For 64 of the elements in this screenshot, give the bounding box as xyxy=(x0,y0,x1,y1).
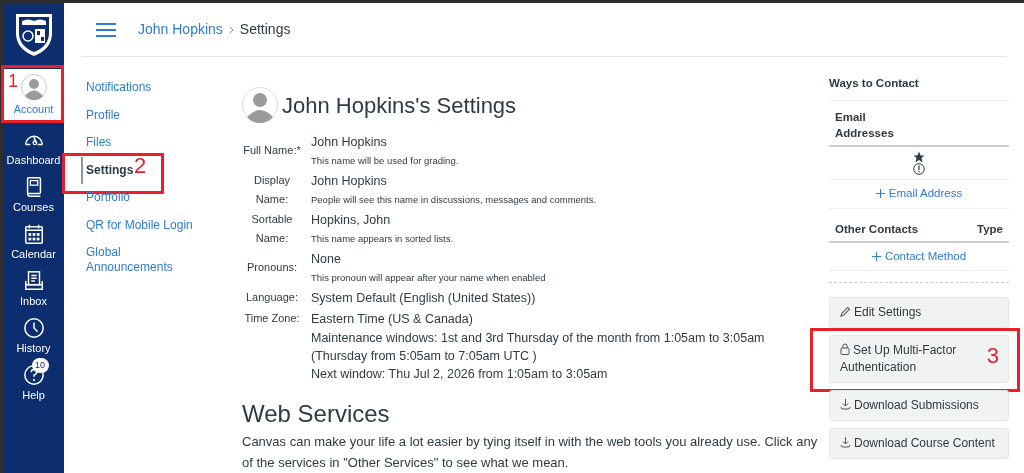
warning-icon xyxy=(913,163,925,176)
annotation-frame xyxy=(1,65,64,123)
section-description: Canvas can make your life a lot easier by tying itself in with the web tools you already use. Click any of the services in "Other Services" to see what we mean. xyxy=(242,433,819,472)
nav-item[interactable]: 10 Help xyxy=(3,360,64,407)
notification-badge: 10 xyxy=(31,358,49,373)
field-label: Display Name: xyxy=(252,172,292,207)
annotation-number: 1 xyxy=(8,71,18,91)
add-link[interactable]: Contact Method xyxy=(871,247,967,265)
field-value: Eastern Time (US & Canada) xyxy=(311,310,473,328)
download-icon xyxy=(840,436,851,448)
avatar-icon xyxy=(242,87,278,123)
avatar-icon xyxy=(20,74,47,100)
lock-icon xyxy=(840,343,850,355)
subnav-link[interactable]: Profile xyxy=(86,101,196,129)
nav-item[interactable]: Inbox xyxy=(3,266,64,313)
chevron-icon xyxy=(228,25,234,34)
column-header: Other Contacts xyxy=(835,221,919,237)
field-value: John Hopkins xyxy=(311,134,388,151)
nav-item[interactable]: Calendar xyxy=(3,219,64,266)
shield-logo[interactable] xyxy=(13,11,54,57)
column-header: Email Addresses xyxy=(835,110,895,142)
action-button[interactable]: Edit Settings xyxy=(829,297,1009,328)
field-label: Sortable Name: xyxy=(250,211,294,246)
field-value: John Hopkins xyxy=(311,173,388,190)
plus-icon xyxy=(875,189,885,199)
action-button[interactable]: Download Submissions xyxy=(829,390,1009,421)
subnav-link[interactable]: Global Announcements xyxy=(86,239,196,282)
field-label: Time Zone: xyxy=(243,311,301,326)
field-label: Pronouns: xyxy=(245,260,299,275)
page-title: John Hopkins's Settings xyxy=(282,91,517,120)
clock-icon xyxy=(22,317,45,339)
field-value: System Default (English (United States)) xyxy=(311,289,536,307)
nav-item[interactable]: Courses xyxy=(3,172,64,219)
add-link[interactable]: Email Address xyxy=(875,185,963,203)
maintenance-text: Next window: Thu Jul 2, 2026 from 1:05am to 3:05am xyxy=(311,366,609,383)
field-value: Hopkins, John xyxy=(311,212,392,229)
section-heading: Web Services xyxy=(242,399,391,429)
field-hint: This pronoun will appear after your name when enabled xyxy=(311,271,546,285)
field-value: None xyxy=(311,251,342,268)
breadcrumb-link[interactable]: John Hopkins xyxy=(138,19,223,40)
field-hint: This name will be used for grading. xyxy=(311,154,459,168)
subnav-link[interactable]: Portfolio xyxy=(86,184,196,212)
field-hint: People will see this name in discussions, messages and comments. xyxy=(311,193,597,207)
maintenance-text: Maintenance windows: 1st and 3rd Thursday of the month from 1:05am to 3:05am xyxy=(311,330,766,347)
field-label: Language: xyxy=(245,290,299,305)
star-icon xyxy=(913,151,925,164)
maintenance-text: (Thursday from 5:05am to 7:05am UTC ) xyxy=(311,348,538,365)
annotation-number: 3 xyxy=(986,343,999,369)
action-button[interactable]: Download Course Content xyxy=(829,428,1009,459)
nav-item[interactable]: History xyxy=(3,313,64,360)
field-hint: This name appears in sorted lists. xyxy=(311,232,454,246)
field-label: Full Name:* xyxy=(242,143,302,158)
subnav-link[interactable]: Notifications xyxy=(86,74,196,102)
breadcrumb-current: Settings xyxy=(239,20,291,39)
column-header: Type xyxy=(977,221,1003,237)
plus-icon xyxy=(871,251,881,261)
section-title: Ways to Contact xyxy=(829,75,1009,102)
inbox-icon xyxy=(22,270,45,292)
nav-item[interactable]: Dashboard xyxy=(3,125,64,172)
subnav-link[interactable]: QR for Mobile Login xyxy=(86,211,196,239)
calendar-icon xyxy=(22,223,45,245)
pencil-icon xyxy=(840,306,851,317)
menu-icon[interactable] xyxy=(96,22,116,37)
download-icon xyxy=(840,398,851,410)
